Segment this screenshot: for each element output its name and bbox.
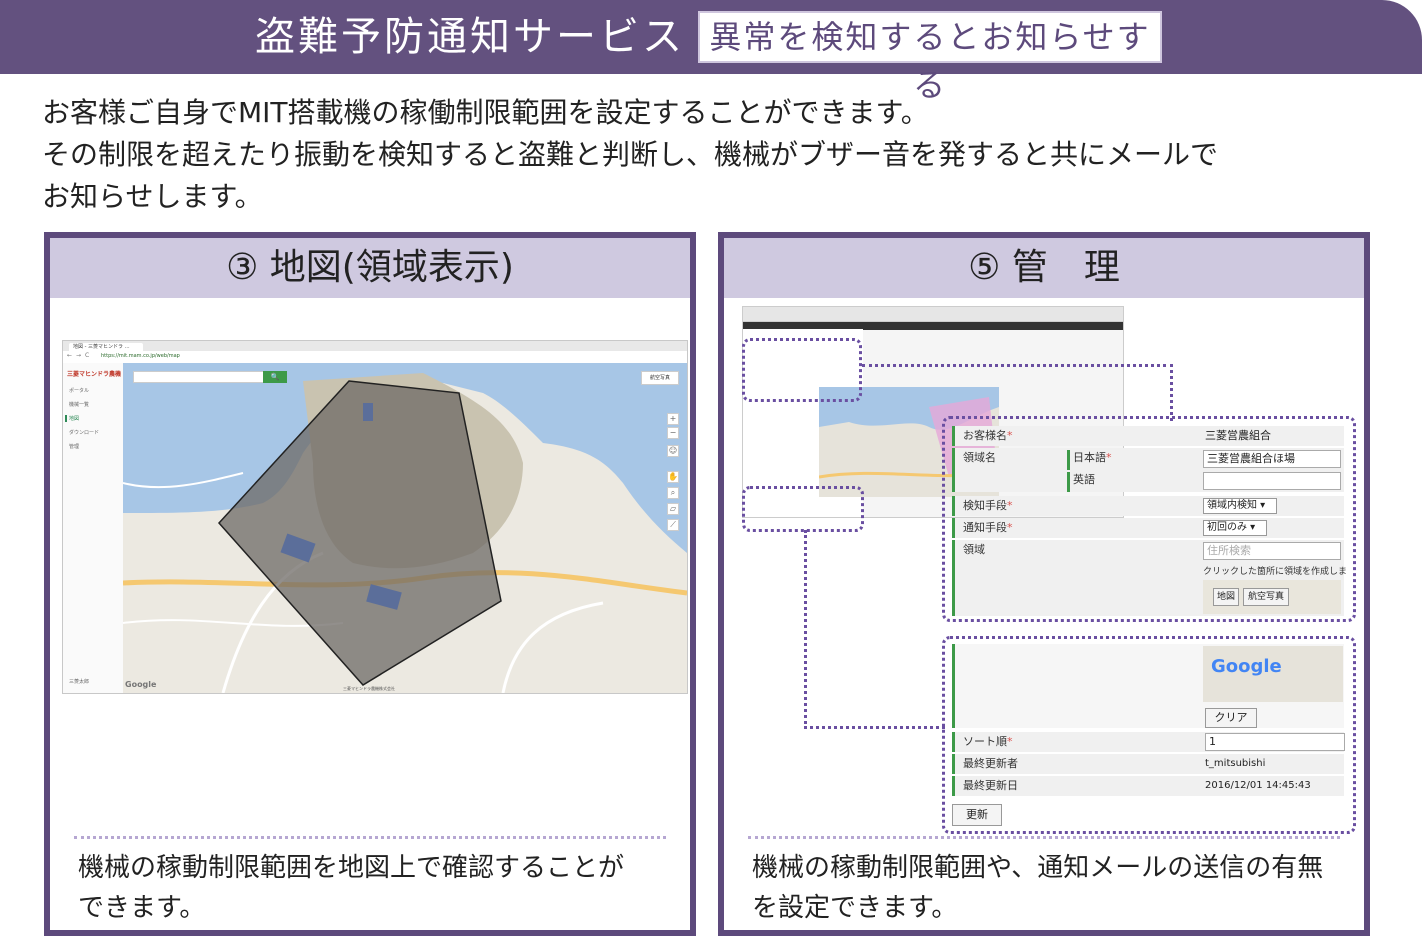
updated-by-label: 最終更新者 [963,757,1018,770]
caption-line: 機械の稼動制限範囲を地図上で確認することが [78,853,625,883]
aerial-button[interactable]: 航空写真 [1243,588,1289,606]
area-label: 領域 [963,543,985,556]
intro-text: お客様ご自身でMIT搭載機の稼働制限範囲を設定することができます。 その制限を超… [42,92,1402,218]
map-search-input[interactable] [133,371,283,383]
map-button[interactable]: 地図 [1213,588,1239,606]
sidebar-item-download[interactable]: ダウンロード [69,429,99,436]
browser-tab[interactable]: 地図 - 三菱マヒンドラ … [69,343,143,351]
sidebar-item-map[interactable]: 地図 [65,415,79,422]
callout-box [742,338,862,402]
intro-line: お知らせします。 [42,180,263,213]
browser-tabbar: 地図 - 三菱マヒンドラ … [63,341,687,351]
app-sidebar: 三菱マヒンドラ農機 ポータル 機械一覧 地図 ダウンロード 管理 三菱太郎 [63,363,124,693]
sort-order-input[interactable]: 1 [1205,733,1345,751]
row-updated-by: 最終更新者 t_mitsubishi [952,754,1344,774]
panel-admin-title: ⑤ 管 理 [724,238,1364,298]
user-name[interactable]: 三菱太郎 [69,678,89,685]
panel-map-title: ③ 地図(領域表示) [50,238,690,298]
row-sort: ソート順* 1 [952,732,1345,752]
callout-box [742,486,864,532]
row-notify: 通知手段* 初回のみ ▾ [952,518,1344,538]
sidebar-item-machines[interactable]: 機械一覧 [69,401,89,408]
header-banner: 盗難予防通知サービス 異常を検知するとお知らせする [0,0,1422,104]
service-title: 盗難予防通知サービス [255,14,685,60]
callout-line [862,364,1173,421]
intro-line: その制限を超えたり振動を検知すると盗難と判断し、機械がブザー音を発すると共にメー… [42,138,1219,171]
caption-line: を設定できます。 [752,893,958,923]
sidebar-item-portal[interactable]: ポータル [69,387,89,394]
updated-by-value: t_mitsubishi [1205,758,1266,769]
tool-draw-icon[interactable]: ▱ [667,503,679,515]
japanese-name-input[interactable]: 三菱営農組合ほ場 [1203,450,1341,468]
english-name-input[interactable] [1203,472,1341,490]
app-logo: 三菱マヒンドラ農機 [67,371,122,378]
row-area: 領域 住所検索 クリックした箇所に領域を作成しま 地図 航空写真 [952,540,1348,616]
update-button[interactable]: 更新 [952,804,1002,826]
clear-button[interactable]: クリア [1205,708,1257,728]
address-search-input[interactable]: 住所検索 [1203,542,1341,560]
notify-label: 通知手段* [963,521,1013,534]
google-logo: Google [125,680,157,689]
zoom-in-icon[interactable]: + [667,413,679,425]
panel-map-caption: 機械の稼動制限範囲を地図上で確認することが できます。 [78,848,666,928]
google-logo: Google [1211,656,1282,677]
browser-chrome [743,307,1123,322]
row-map: Google クリア [952,644,1344,728]
tool-pan-icon[interactable]: ✋ [667,471,679,483]
divider [748,836,1340,839]
map-type-toggle[interactable]: 航空写真 [641,371,679,385]
map-graphic [123,363,687,693]
customer-value: 三菱営農組合 [1205,429,1271,442]
japanese-label: 日本語* [1073,451,1112,464]
service-tagline: 異常を検知するとお知らせする [698,11,1162,104]
sub-divider [1067,450,1070,470]
notify-method-select[interactable]: 初回のみ ▾ [1203,520,1267,536]
map-preview[interactable]: Google [1203,646,1343,702]
address-url[interactable]: https://mit.mam.co.jp/web/map [101,353,180,359]
map-copyright: 三菱マヒンドラ農機株式会社 [343,686,395,691]
panel-map: ③ 地図(領域表示) 地図 - 三菱マヒンドラ … ←→C https://mi… [44,232,696,936]
divider [74,836,666,839]
panel-admin-caption: 機械の稼動制限範囲や、通知メールの送信の有無 を設定できます。 [752,848,1340,928]
sidebar-item-admin[interactable]: 管理 [69,443,79,450]
callout-line [804,530,945,729]
detect-method-select[interactable]: 領域内検知 ▾ [1203,498,1277,514]
row-customer: お客様名* 三菱営農組合 [952,426,1344,446]
caption-line: できます。 [78,893,206,923]
row-area-name: 領域名 日本語* 三菱営農組合ほ場 英語 [952,448,1344,492]
zoom-out-icon[interactable]: − [667,427,679,439]
row-updated-at: 最終更新日 2016/12/01 14:45:43 [952,776,1344,796]
english-label: 英語 [1073,473,1095,486]
sub-divider [1067,472,1070,492]
row-detect: 検知手段* 領域内検知 ▾ [952,496,1344,516]
updated-at-value: 2016/12/01 14:45:43 [1205,780,1311,791]
area-map-thumb[interactable]: 地図 航空写真 [1203,580,1341,614]
nav-icons[interactable]: ←→C [67,352,93,359]
area-hint: クリックした箇所に領域を作成しま [1203,567,1348,577]
tool-search-icon[interactable]: ⌕ [667,487,679,499]
pegman-icon[interactable]: ☺ [667,445,679,457]
panel-admin: ⑤ 管 理 お客様名* 三菱営農組合 領域名 日本語* 三菱営農組合ほ場 英語 … [718,232,1370,936]
customer-label: お客様名* [963,429,1013,442]
map-search-button[interactable]: 🔍 [263,371,287,383]
tool-measure-icon[interactable]: ⟋ [667,519,679,531]
updated-at-label: 最終更新日 [963,779,1018,792]
map-view[interactable]: 🔍 航空写真 + − ☺ ✋ ⌕ ▱ ⟋ Google 三菱マヒンドラ農機株式会… [123,363,687,693]
sort-label: ソート順* [963,735,1013,748]
caption-line: 機械の稼動制限範囲や、通知メールの送信の有無 [752,853,1324,883]
intro-line: お客様ご自身でMIT搭載機の稼働制限範囲を設定することができます。 [42,96,929,129]
map-screenshot: 地図 - 三菱マヒンドラ … ←→C https://mit.mam.co.jp… [62,340,688,694]
detect-label: 検知手段* [963,499,1013,512]
area-name-label: 領域名 [963,451,996,464]
